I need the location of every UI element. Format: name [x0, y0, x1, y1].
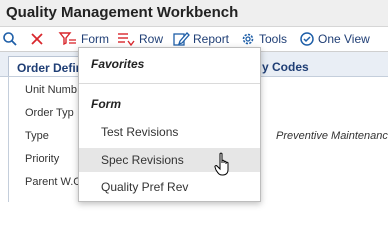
report-menu-label: Report: [193, 32, 230, 46]
form-section-heading: Form: [91, 97, 121, 111]
form-filter-icon: [58, 31, 78, 47]
report-edit-icon: [172, 31, 190, 47]
row-menu-label: Row: [139, 32, 164, 46]
order-type-label: Order Typ: [25, 107, 74, 119]
one-view-label: One View: [318, 32, 370, 46]
gear-icon: [240, 31, 256, 47]
type-value: Preventive Maintenanc: [276, 130, 388, 142]
close-icon: [29, 31, 45, 47]
tab-order-definition[interactable]: Order Defini: [8, 56, 80, 76]
priority-label: Priority: [25, 153, 60, 165]
report-menu-button[interactable]: Report: [172, 31, 229, 47]
title-bar: Quality Management Workbench: [0, 0, 388, 27]
type-label: Type: [25, 130, 49, 142]
unit-number-label: Unit Numb: [25, 84, 77, 96]
row-list-icon: [116, 31, 136, 47]
menu-item-test-revisions[interactable]: Test Revisions: [79, 120, 260, 144]
form-menu-button[interactable]: Form: [58, 31, 109, 47]
hand-cursor-icon: [214, 152, 234, 183]
parent-wo-label: Parent W.O: [25, 176, 82, 188]
search-icon: [2, 31, 18, 47]
menu-divider: [79, 83, 260, 84]
tab-codes[interactable]: y Codes: [262, 60, 309, 74]
row-menu-button[interactable]: Row: [116, 31, 163, 47]
favorites-heading: Favorites: [91, 57, 145, 71]
tools-menu-label: Tools: [259, 32, 288, 46]
form-menu-label: Form: [81, 32, 109, 46]
search-button[interactable]: [2, 31, 18, 47]
one-view-icon: [299, 31, 315, 47]
window-title: Quality Management Workbench: [6, 4, 239, 21]
tools-menu-button[interactable]: Tools: [240, 31, 287, 47]
close-button[interactable]: [29, 31, 45, 47]
form-border: [8, 77, 9, 202]
one-view-button[interactable]: One View: [299, 31, 370, 47]
